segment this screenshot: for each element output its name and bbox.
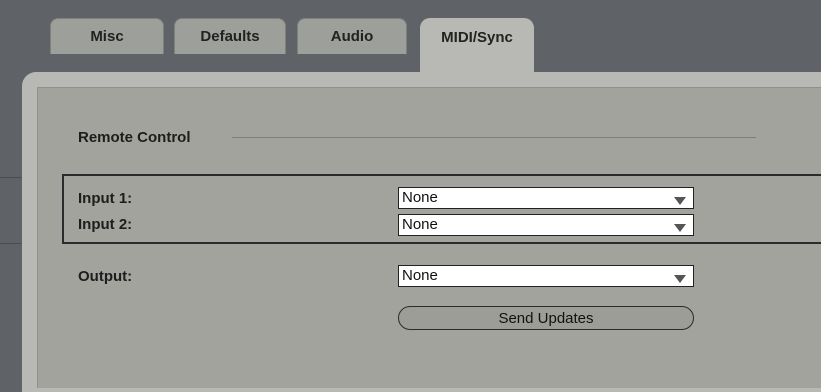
input2-value: None: [402, 216, 438, 233]
input2-label: Input 2:: [78, 216, 133, 233]
tab-midi-sync[interactable]: MIDI/Sync: [420, 18, 534, 80]
chevron-down-icon: [674, 191, 691, 205]
tab-bar: Misc Defaults Audio MIDI/Sync: [0, 0, 821, 80]
input1-label: Input 1:: [78, 190, 133, 207]
send-updates-button[interactable]: Send Updates: [398, 306, 694, 330]
input1-value: None: [402, 189, 438, 206]
tab-label: Audio: [330, 28, 374, 45]
output-select[interactable]: None: [398, 265, 694, 287]
section-divider: [232, 137, 756, 138]
tab-label: Misc: [90, 28, 124, 45]
output-label: Output:: [78, 268, 133, 285]
tab-defaults[interactable]: Defaults: [174, 18, 286, 54]
send-updates-label: Send Updates: [498, 309, 594, 327]
tab-misc[interactable]: Misc: [50, 18, 164, 54]
chevron-down-icon: [674, 269, 691, 283]
tab-label: Defaults: [200, 28, 260, 45]
chevron-down-icon: [674, 218, 691, 232]
input1-select[interactable]: None: [398, 187, 694, 209]
tab-audio[interactable]: Audio: [297, 18, 407, 54]
output-value: None: [402, 267, 438, 284]
section-title: Remote Control: [78, 129, 191, 146]
input2-select[interactable]: None: [398, 214, 694, 236]
tab-label: MIDI/Sync: [441, 29, 513, 46]
